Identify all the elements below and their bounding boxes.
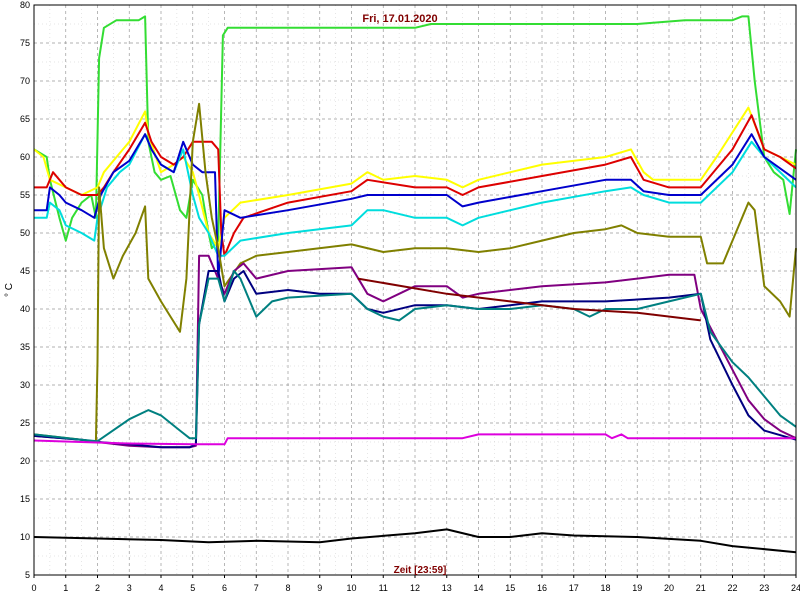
x-tick-label: 19	[632, 583, 642, 593]
x-tick-label: 14	[473, 583, 483, 593]
x-tick-label: 7	[254, 583, 259, 593]
x-tick-label: 24	[791, 583, 800, 593]
y-tick-label: 80	[20, 0, 30, 10]
x-tick-label: 1	[63, 583, 68, 593]
x-tick-label: 10	[346, 583, 356, 593]
y-tick-label: 30	[20, 380, 30, 390]
line-chart: 51015202530354045505560657075800 1 2 3 4 5 6 7 8…	[0, 0, 800, 600]
chart-background	[0, 0, 800, 600]
x-tick-label: 13	[442, 583, 452, 593]
x-tick-label: 8	[285, 583, 290, 593]
y-tick-label: 35	[20, 342, 30, 352]
x-tick-label: 9	[317, 583, 322, 593]
y-tick-label: 45	[20, 266, 30, 276]
x-tick-label: 5	[190, 583, 195, 593]
y-tick-label: 70	[20, 76, 30, 86]
x-tick-label: 20	[664, 583, 674, 593]
y-tick-label: 15	[20, 494, 30, 504]
y-tick-label: 50	[20, 228, 30, 238]
y-tick-label: 25	[20, 418, 30, 428]
y-tick-label: 55	[20, 190, 30, 200]
y-tick-label: 20	[20, 456, 30, 466]
x-tick-label: 18	[600, 583, 610, 593]
x-tick-label: 22	[727, 583, 737, 593]
y-tick-label: 40	[20, 304, 30, 314]
x-tick-label: 11	[379, 583, 388, 593]
x-axis-label: Zeit [23:59]	[394, 565, 447, 576]
x-tick-label: 21	[696, 583, 706, 593]
x-tick-label: 15	[505, 583, 515, 593]
x-tick-label: 16	[537, 583, 547, 593]
y-tick-label: 5	[25, 570, 30, 580]
y-tick-label: 10	[20, 532, 30, 542]
x-tick-label: 23	[759, 583, 769, 593]
x-tick-label: 0	[31, 583, 36, 593]
x-tick-label: 12	[410, 583, 420, 593]
x-tick-label: 4	[158, 583, 163, 593]
x-tick-label: 6	[222, 583, 227, 593]
y-tick-label: 60	[20, 152, 30, 162]
x-tick-label: 17	[569, 583, 579, 593]
x-tick-label: 3	[127, 583, 132, 593]
y-tick-label: 65	[20, 114, 30, 124]
y-tick-label: 75	[20, 38, 30, 48]
x-tick-label: 2	[95, 583, 100, 593]
chart-title: Fri, 17.01.2020	[362, 13, 437, 25]
y-axis-label: ° C	[4, 283, 15, 297]
